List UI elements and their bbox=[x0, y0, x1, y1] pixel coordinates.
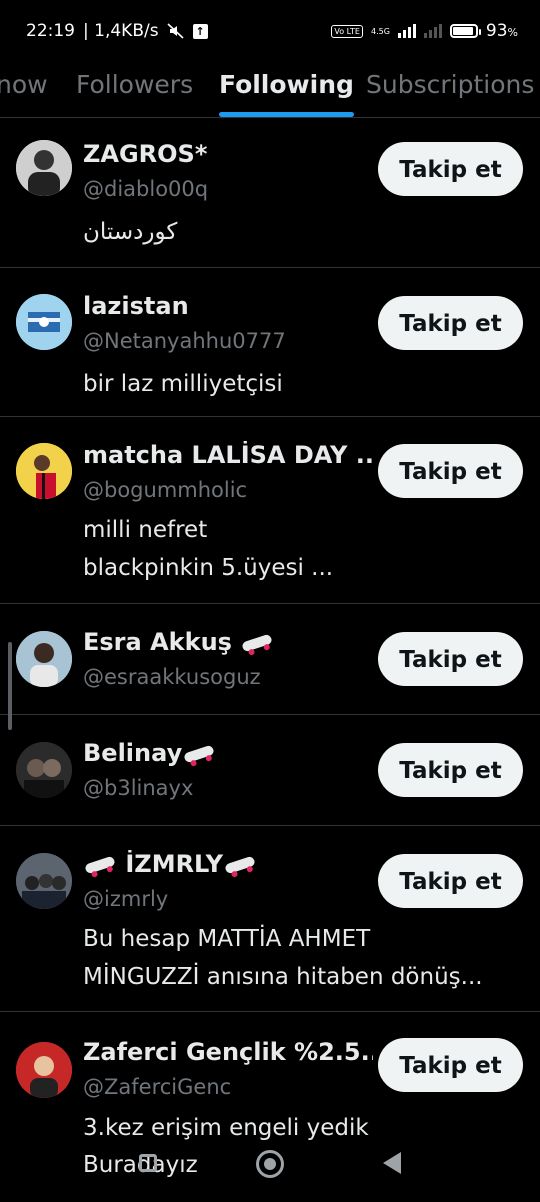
user-handle: @esraakkusoguz bbox=[83, 665, 261, 689]
profile-tabs: now Followers Following Subscriptions bbox=[0, 62, 540, 118]
skateboard-icon bbox=[84, 855, 116, 875]
list-item[interactable]: lazistan @Netanyahhu0777 bir laz milliye… bbox=[0, 268, 540, 417]
avatar[interactable] bbox=[16, 1042, 72, 1098]
user-handle: @Netanyahhu0777 bbox=[83, 329, 286, 353]
user-bio: bir laz milliyetçisi bbox=[83, 371, 283, 397]
tab-followers[interactable]: Followers bbox=[76, 68, 193, 112]
user-handle: @bogummholic bbox=[83, 478, 248, 502]
back-icon[interactable] bbox=[383, 1152, 401, 1174]
user-bio: milli nefret bbox=[83, 517, 208, 543]
recents-icon[interactable] bbox=[139, 1154, 157, 1172]
tab-now[interactable]: now bbox=[0, 68, 48, 112]
list-item[interactable]: matcha LALİSA DAY ... @bogummholic milli… bbox=[0, 417, 540, 604]
avatar[interactable] bbox=[16, 742, 72, 798]
following-list: ZAGROS* @diablo00q کوردستان Takip et laz… bbox=[0, 118, 540, 1202]
tab-following[interactable]: Following bbox=[219, 68, 354, 117]
follow-button[interactable]: Takip et bbox=[378, 743, 523, 797]
display-name: lazistan bbox=[83, 292, 189, 320]
display-name: İZMRLY bbox=[83, 850, 257, 878]
network-type: 4.5G bbox=[370, 26, 390, 36]
user-handle: @ZaferciGenc bbox=[83, 1075, 232, 1099]
avatar[interactable] bbox=[16, 631, 72, 687]
active-tab-indicator bbox=[219, 112, 354, 117]
avatar[interactable] bbox=[16, 443, 72, 499]
display-name: matcha LALİSA DAY ... bbox=[83, 441, 373, 469]
scrollbar[interactable] bbox=[8, 642, 12, 730]
status-bar: 22:19 | 1,4KB/s ↑ Vo LTE 4.5G 93% bbox=[0, 0, 540, 62]
home-icon[interactable] bbox=[256, 1150, 284, 1178]
display-name: Zaferci Gençlik %2.5... bbox=[83, 1038, 373, 1066]
follow-button[interactable]: Takip et bbox=[378, 854, 523, 908]
user-bio: Bu hesap MATTİA AHMET bbox=[83, 926, 371, 952]
system-nav-bar bbox=[0, 1140, 540, 1199]
follow-button[interactable]: Takip et bbox=[378, 444, 523, 498]
user-bio-line-2: MİNGUZZİ anısına hitaben dönüş... bbox=[83, 964, 483, 990]
clock: 22:19 bbox=[26, 21, 75, 41]
display-name: ZAGROS* bbox=[83, 140, 208, 168]
avatar[interactable] bbox=[16, 140, 72, 196]
battery-icon bbox=[449, 24, 481, 38]
follow-button[interactable]: Takip et bbox=[378, 1038, 523, 1092]
network-speed: | 1,4KB/s bbox=[83, 21, 159, 41]
mute-icon bbox=[167, 23, 185, 39]
tab-subscriptions[interactable]: Subscriptions bbox=[366, 68, 534, 112]
signal-2-icon bbox=[423, 24, 442, 38]
list-item[interactable]: Belinay @b3linayx Takip et bbox=[0, 715, 540, 826]
follow-button[interactable]: Takip et bbox=[378, 142, 523, 196]
skateboard-icon bbox=[224, 855, 256, 875]
avatar[interactable] bbox=[16, 294, 72, 350]
volte-icon: Vo LTE bbox=[331, 24, 363, 38]
list-item[interactable]: İZMRLY @izmrly Bu hesap MATTİA AHMET MİN… bbox=[0, 826, 540, 1012]
skateboard-icon bbox=[241, 633, 274, 653]
avatar[interactable] bbox=[16, 853, 72, 909]
upload-icon: ↑ bbox=[192, 23, 208, 39]
battery-percent: 93% bbox=[485, 21, 518, 41]
signal-icon bbox=[397, 24, 416, 38]
user-handle: @izmrly bbox=[83, 887, 169, 911]
user-handle: @diablo00q bbox=[83, 177, 209, 201]
follow-button[interactable]: Takip et bbox=[378, 632, 523, 686]
display-name: Belinay bbox=[83, 739, 216, 767]
user-bio: کوردستان bbox=[83, 219, 178, 245]
list-item[interactable]: ZAGROS* @diablo00q کوردستان Takip et bbox=[0, 118, 540, 268]
list-item[interactable]: Esra Akkuş @esraakkusoguz Takip et bbox=[0, 604, 540, 715]
user-bio-line-2: blackpinkin 5.üyesi ... bbox=[83, 555, 334, 581]
user-handle: @b3linayx bbox=[83, 776, 194, 800]
skateboard-icon bbox=[183, 744, 216, 764]
follow-button[interactable]: Takip et bbox=[378, 296, 523, 350]
display-name: Esra Akkuş bbox=[83, 628, 274, 656]
